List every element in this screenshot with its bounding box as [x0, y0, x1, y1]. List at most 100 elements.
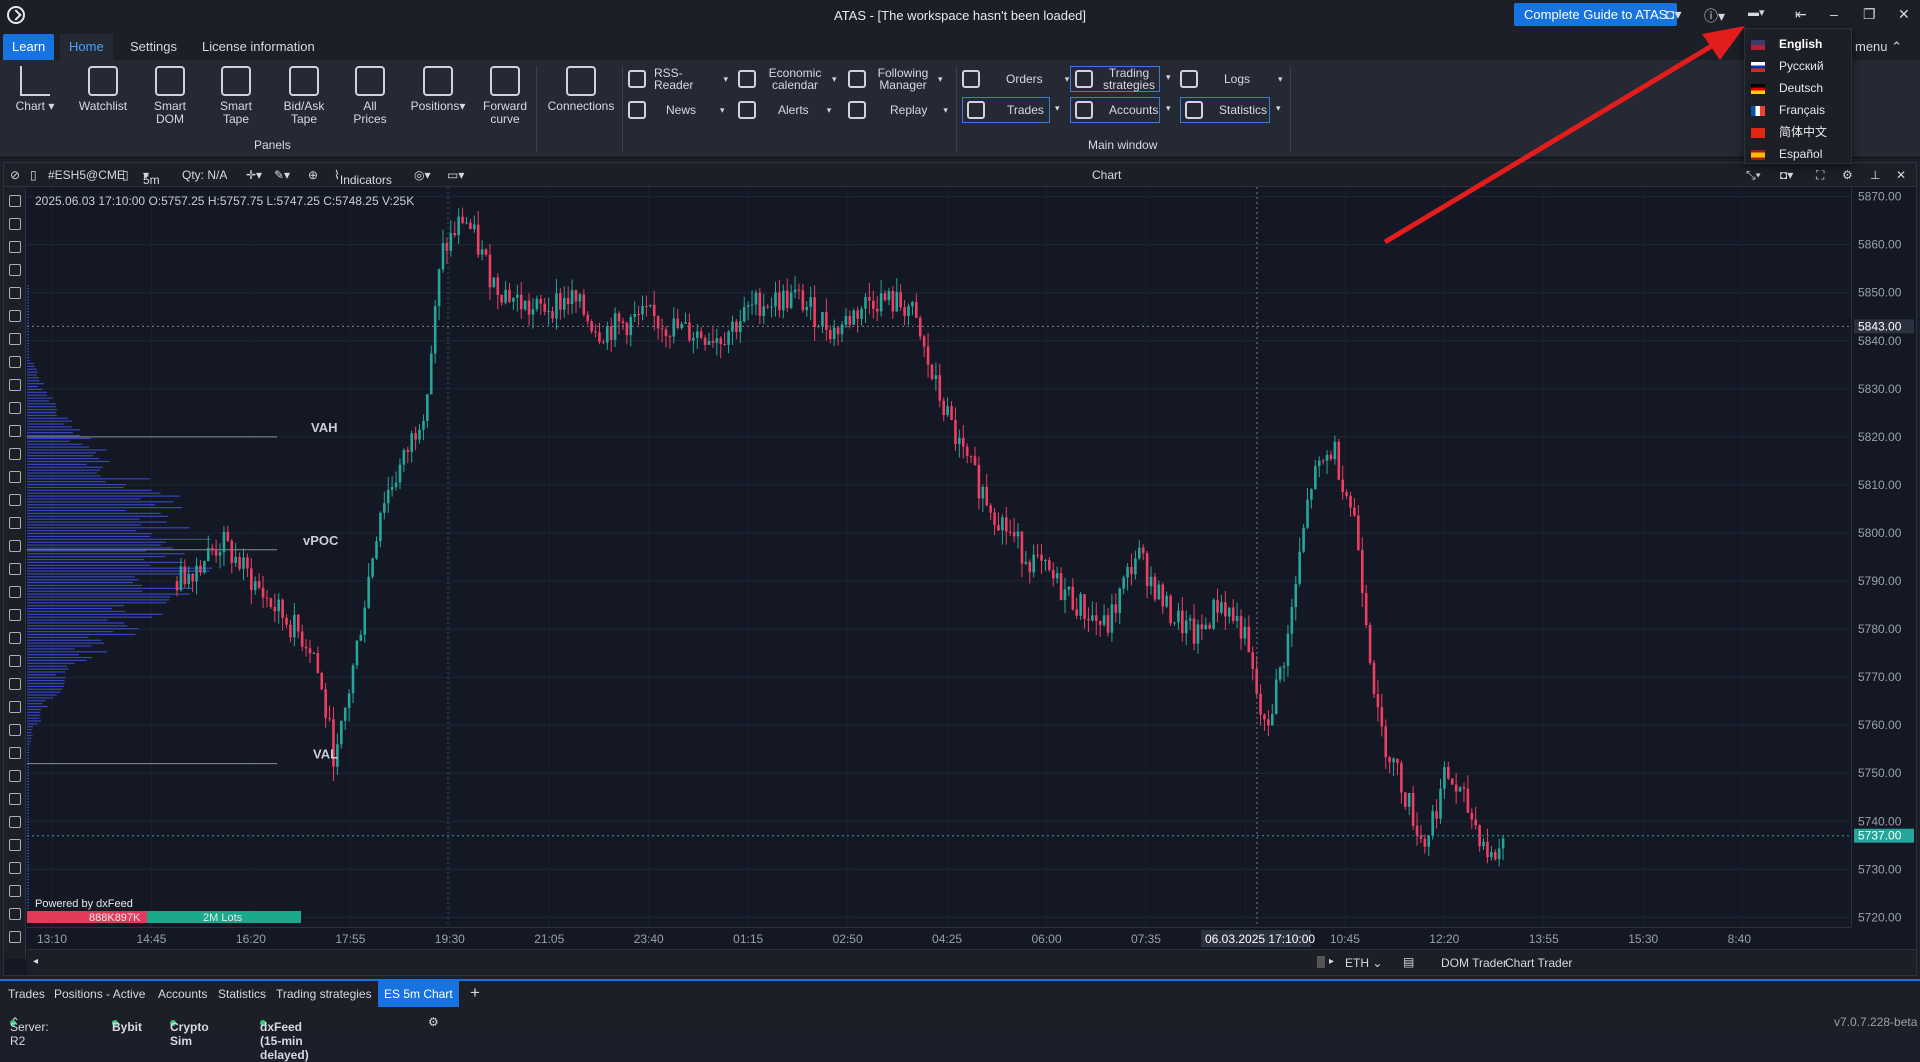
connections-button[interactable]: Connections [546, 66, 616, 113]
close-icon[interactable]: ✕ [1898, 6, 1910, 23]
trades-button[interactable]: Trades [962, 97, 1050, 123]
tab-accounts[interactable]: Accounts [158, 987, 207, 1001]
fullscreen-icon[interactable]: ⛶ [1816, 168, 1824, 183]
drawing-tool-icon[interactable] [9, 862, 21, 874]
all-prices-button[interactable]: All Prices [348, 66, 392, 126]
menu-collapse[interactable]: menu ⌃ [1846, 34, 1911, 60]
drawing-tool-icon[interactable] [9, 586, 21, 598]
statistics-button[interactable]: Statistics [1180, 97, 1270, 123]
smart-dom-button[interactable]: Smart DOM [146, 66, 194, 126]
chart-close-icon[interactable]: ✕ [1896, 168, 1906, 182]
drawing-tool-icon[interactable] [9, 609, 21, 621]
economic-calendar-button[interactable]: Economic calendar ▾ [738, 66, 842, 92]
drawing-tool-icon[interactable] [9, 839, 21, 851]
price-chart[interactable]: 2025.06.03 17:10:00 O:5757.25 H:5757.75 … [27, 187, 1851, 927]
language-option[interactable]: Français [1745, 99, 1853, 122]
crosshair-icon[interactable]: ✛▾ [246, 168, 262, 182]
rss-reader-button[interactable]: RSS-Reader ▾ [628, 66, 728, 92]
time-axis[interactable]: 13:10 14:45 16:20 17:55 19:30 21:05 23:40 01:15… [27, 927, 1851, 949]
scrollbar-thumb[interactable] [1317, 956, 1325, 968]
trading-strategies-button[interactable]: Trading strategies [1070, 66, 1160, 92]
forward-curve-button[interactable]: Forward curve [480, 66, 530, 126]
drawing-tool-icon[interactable] [9, 195, 21, 207]
session-selector[interactable]: ETH ⌄ [1345, 956, 1382, 970]
server-status[interactable]: Server: R2 ⌃ [10, 1015, 49, 1048]
language-option[interactable]: 简体中文 [1745, 121, 1853, 144]
layout-icon[interactable]: ▭▾ [447, 168, 464, 182]
scroll-left-icon[interactable]: ◂ [33, 956, 38, 967]
qty-label[interactable]: Qty: N/A [182, 168, 227, 182]
drawing-tool-icon[interactable] [9, 241, 21, 253]
template-icon[interactable]: ◎▾ [414, 168, 431, 182]
drawing-tool-icon[interactable] [9, 701, 21, 713]
drawing-tool-icon[interactable] [9, 724, 21, 736]
timeframe-selector[interactable]: 5m ▾ [143, 168, 160, 187]
tab-license-information[interactable]: License information [193, 34, 324, 60]
drawing-tool-icon[interactable] [9, 310, 21, 322]
drawing-tool-icon[interactable] [9, 402, 21, 414]
candle-type-icon[interactable]: ▯ [122, 168, 129, 182]
following-manager-button[interactable]: Following Manager ▾ [848, 66, 952, 92]
drawing-tool-icon[interactable] [9, 448, 21, 460]
minimize-icon[interactable]: – [1830, 6, 1838, 22]
logs-button[interactable]: Logs ▾ [1180, 66, 1288, 92]
instrument-selector[interactable]: #ESH5@CME [48, 168, 125, 182]
dom-trader-button[interactable]: DOM Trader [1441, 956, 1507, 970]
drawing-tool-icon[interactable] [9, 747, 21, 759]
drawing-tool-icon[interactable] [9, 908, 21, 920]
drawing-tool-icon[interactable] [9, 333, 21, 345]
bid-ask-tape-button[interactable]: Bid/Ask Tape [278, 66, 330, 126]
drawing-tool-icon[interactable] [9, 678, 21, 690]
drawing-tool-icon[interactable] [9, 770, 21, 782]
drawing-tool-icon[interactable] [9, 563, 21, 575]
statistics-dropdown-icon[interactable]: ▾ [1276, 103, 1281, 114]
drawing-tool-icon[interactable] [9, 494, 21, 506]
language-option[interactable]: Español [1745, 143, 1853, 166]
tab-settings[interactable]: Settings [121, 34, 186, 60]
status-settings-icon[interactable]: ⚙ [428, 1015, 439, 1029]
drawing-tool-icon[interactable] [9, 931, 21, 943]
strategies-dropdown-icon[interactable]: ▾ [1166, 72, 1171, 83]
chart-button[interactable]: Chart ▾ [12, 66, 58, 113]
tab-trading-strategies[interactable]: Trading strategies [276, 987, 372, 1001]
drawing-tool-icon[interactable] [9, 471, 21, 483]
drawing-tool-icon[interactable] [9, 655, 21, 667]
watchlist-button[interactable]: Watchlist [76, 66, 130, 113]
drawing-tool-icon[interactable] [9, 540, 21, 552]
language-selector[interactable]: ▬▾ [1748, 6, 1765, 19]
orders-button[interactable]: Orders ▾ [962, 66, 1069, 92]
drawing-tool-icon[interactable] [9, 885, 21, 897]
positions-button[interactable]: Positions▾ [408, 66, 468, 113]
tab-learn[interactable]: Learn [3, 34, 55, 60]
language-option[interactable]: Русский [1745, 55, 1853, 78]
pin-window-icon[interactable]: ⇤ [1795, 6, 1807, 23]
draw-icon[interactable]: ✎▾ [274, 168, 290, 182]
pin-icon[interactable]: ⊥ [1870, 168, 1880, 182]
zoom-icon[interactable]: ⊕ [308, 168, 318, 182]
scroll-right-icon[interactable]: ▸ [1329, 956, 1334, 967]
drawing-tool-icon[interactable] [9, 379, 21, 391]
tab-statistics[interactable]: Statistics [218, 987, 266, 1001]
restore-icon[interactable]: ❐ [1863, 6, 1876, 23]
news-button[interactable]: News ▾ [628, 97, 728, 123]
screenshot-icon[interactable]: ◘▾ [1780, 168, 1793, 182]
indicators-button[interactable]: ⌇ Indicators [334, 168, 392, 187]
drawing-tool-icon[interactable] [9, 287, 21, 299]
chart-trader-button[interactable]: Chart Trader [1505, 956, 1572, 970]
add-tab-icon[interactable]: + [470, 983, 480, 1003]
tab-trades[interactable]: Trades [8, 987, 45, 1001]
drawing-tool-icon[interactable] [9, 632, 21, 644]
language-option[interactable]: Deutsch [1745, 77, 1853, 100]
settings-gear-icon[interactable]: ⚙ [1842, 168, 1853, 182]
tab-home[interactable]: Home [60, 34, 113, 60]
replay-button[interactable]: Replay ▾ [848, 97, 952, 123]
smart-tape-button[interactable]: Smart Tape [212, 66, 260, 126]
calendar-icon[interactable]: ▤ [1403, 955, 1414, 969]
drawing-tool-icon[interactable] [9, 356, 21, 368]
tab-positions-active[interactable]: Positions - Active [54, 987, 145, 1001]
drawing-tool-icon[interactable] [9, 793, 21, 805]
drawing-tool-icon[interactable] [9, 218, 21, 230]
drawing-tool-icon[interactable] [9, 425, 21, 437]
accounts-button[interactable]: Accounts [1070, 97, 1160, 123]
tab-es-5m-chart[interactable]: ES 5m Chart [378, 981, 459, 1007]
